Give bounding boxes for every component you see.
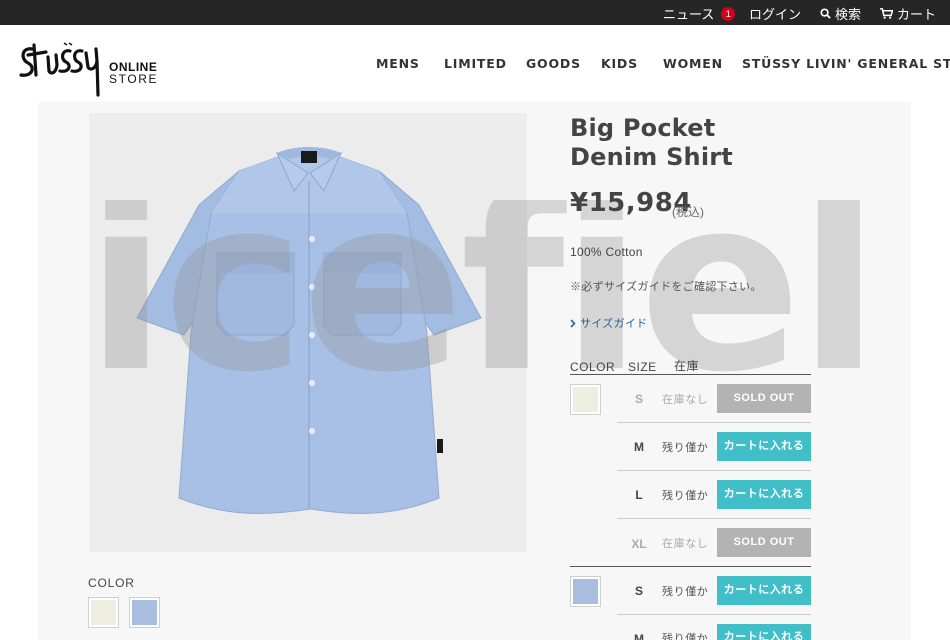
swatch-fill	[132, 600, 157, 625]
variant-stock: 残り僅か	[662, 586, 709, 598]
search-icon	[820, 8, 831, 19]
chevron-right-icon	[570, 318, 576, 328]
variant-size: S	[634, 584, 643, 598]
variant-size: S	[634, 392, 643, 406]
tax-note: (税込)	[672, 205, 704, 219]
variant-stock: 在庫なし	[662, 394, 709, 406]
cart-icon	[880, 8, 893, 19]
add-to-cart-button[interactable]: カートに入れる	[717, 576, 811, 605]
row-divider	[617, 518, 811, 519]
page-gutter	[911, 102, 950, 640]
variant-size: XL	[631, 537, 647, 551]
variant-size: M	[634, 440, 644, 454]
row-divider	[617, 470, 811, 471]
add-to-cart-button[interactable]: カートに入れる	[717, 432, 811, 461]
nav-mens[interactable]: MENS	[376, 56, 420, 71]
news-count-badge: 1	[721, 6, 736, 21]
nav-goods[interactable]: GOODS	[526, 56, 581, 71]
search-label: 検索	[835, 7, 862, 22]
row-divider	[617, 422, 811, 423]
size-guide-label: サイズガイド	[580, 318, 648, 330]
news-label: ニュース	[663, 7, 715, 22]
product-title: Big Pocket Denim Shirt	[570, 114, 733, 171]
sold-out-button: SOLD OUT	[717, 528, 811, 557]
nav-women[interactable]: WOMEN	[663, 56, 723, 71]
search-link[interactable]: 検索	[820, 4, 861, 23]
row-color-swatch-cream	[570, 384, 601, 415]
brand-store-text: STORE	[109, 72, 159, 86]
gallery-color-label: COLOR	[88, 576, 135, 590]
swatch-fill	[573, 579, 598, 604]
gallery-swatch-blue[interactable]	[129, 597, 160, 628]
variant-stock: 残り僅か	[662, 490, 709, 502]
color-group-divider	[570, 566, 811, 567]
row-divider	[617, 614, 811, 615]
add-to-cart-button[interactable]: カートに入れる	[717, 624, 811, 640]
variant-size: M	[634, 632, 644, 640]
nav-limited[interactable]: LIMITED	[444, 56, 507, 71]
table-header-size: SIZE	[628, 360, 657, 374]
variant-stock: 残り僅か	[662, 442, 709, 454]
variant-size: L	[635, 488, 643, 502]
table-header-stock: 在庫	[674, 359, 700, 373]
product-image[interactable]	[89, 113, 527, 552]
nav-kids[interactable]: KIDS	[601, 56, 638, 71]
cart-label: カート	[897, 7, 937, 22]
brand-logo[interactable]: ONLINE STORE	[18, 37, 163, 97]
variant-stock: 在庫なし	[662, 538, 709, 550]
site-header: ONLINE STORE MENS LIMITED GOODS KIDS WOM…	[0, 25, 950, 102]
utility-bar: ニュース 1 ログイン 検索 カート	[0, 0, 950, 25]
denim-shirt-image	[136, 147, 482, 514]
swatch-fill	[573, 387, 598, 412]
nav-general-store[interactable]: STÜSSY LIVIN' GENERAL STORE	[742, 56, 950, 71]
add-to-cart-button[interactable]: カートに入れる	[717, 480, 811, 509]
sold-out-button: SOLD OUT	[717, 384, 811, 413]
row-color-swatch-blue	[570, 576, 601, 607]
product-material: 100% Cotton	[570, 245, 643, 259]
size-check-note: ※必ずサイズガイドをご確認下さい。	[570, 281, 762, 293]
variant-stock: 残り僅か	[662, 633, 709, 640]
table-header-divider	[570, 374, 811, 375]
gallery-swatch-cream[interactable]	[88, 597, 119, 628]
cart-link[interactable]: カート	[880, 4, 936, 23]
size-guide-link[interactable]: サイズガイド	[570, 315, 647, 331]
table-header-color: COLOR	[570, 360, 616, 374]
login-label: ログイン	[749, 7, 802, 22]
swatch-fill	[91, 600, 116, 625]
news-link[interactable]: ニュース 1	[663, 4, 736, 23]
login-link[interactable]: ログイン	[749, 4, 801, 23]
stussy-script-logo-icon	[19, 42, 100, 97]
